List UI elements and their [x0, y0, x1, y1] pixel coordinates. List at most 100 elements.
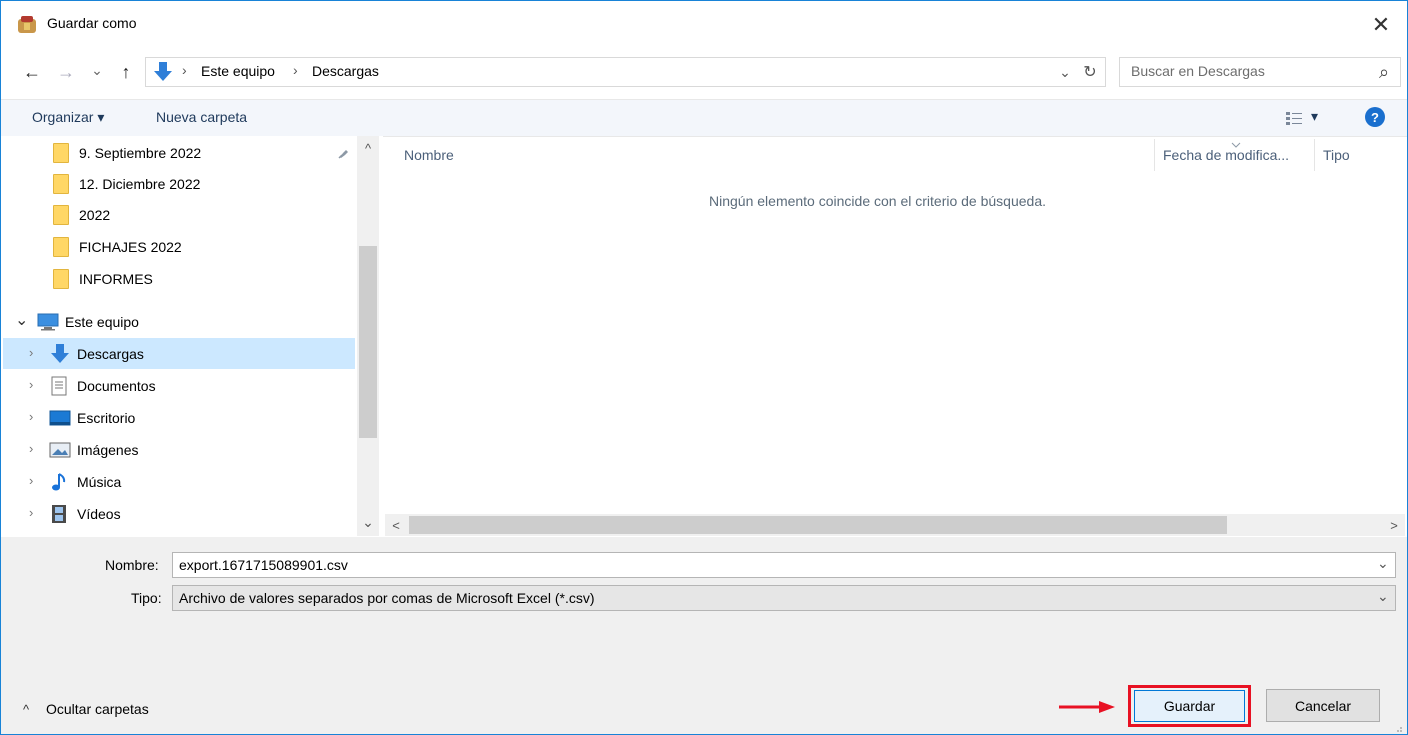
filetype-dropdown-icon[interactable]: ⌄: [1377, 588, 1389, 605]
tree-item-escritorio[interactable]: Escritorio: [49, 403, 349, 433]
cancel-button[interactable]: Cancelar: [1266, 689, 1380, 722]
tree-item-label: Imágenes: [77, 442, 139, 458]
folder-icon: [53, 237, 69, 257]
expand-icon[interactable]: ›: [29, 505, 33, 520]
tree-item-label: Música: [77, 474, 122, 490]
close-icon[interactable]: ✕: [1363, 7, 1399, 43]
tree-item-label: Escritorio: [77, 410, 136, 426]
tree-item-septiembre-2022[interactable]: 9. Septiembre 2022: [53, 138, 353, 168]
back-icon[interactable]: ←: [19, 59, 45, 85]
tree-item-label: Descargas: [77, 346, 144, 362]
tree-item-diciembre-2022[interactable]: 12. Diciembre 2022: [53, 169, 353, 199]
videos-icon: [51, 504, 67, 524]
column-header-tipo[interactable]: Tipo: [1323, 147, 1350, 163]
navigation-scrollbar-thumb[interactable]: [359, 246, 377, 438]
column-header-nombre[interactable]: Nombre: [404, 147, 454, 163]
filetype-select[interactable]: Archivo de valores separados por comas d…: [172, 585, 1396, 611]
column-header-fecha[interactable]: Fecha de modifica...: [1163, 147, 1289, 163]
tree-item-label: 2022: [79, 207, 111, 223]
column-divider: [1314, 139, 1315, 171]
tree-item-label: 12. Diciembre 2022: [79, 176, 201, 192]
pin-icon: [337, 146, 351, 160]
hide-folders-button[interactable]: Ocultar carpetas: [46, 701, 149, 717]
music-icon: [51, 472, 69, 492]
organize-label: Organizar: [32, 109, 94, 125]
app-icon: [16, 14, 38, 36]
chevron-down-icon: ▾: [97, 109, 105, 125]
breadcrumb-este-equipo[interactable]: Este equipo: [201, 63, 275, 79]
breadcrumb-descargas[interactable]: Descargas: [312, 63, 379, 79]
save-options-panel: Nombre: export.1671715089901.csv ⌄ Tipo:…: [1, 537, 1407, 734]
tree-item-label: Este equipo: [65, 314, 139, 330]
tree-item-videos[interactable]: Vídeos: [51, 499, 351, 529]
address-bar[interactable]: › Este equipo › Descargas ⌄ ↻: [145, 57, 1106, 87]
expand-icon[interactable]: ⌄: [15, 310, 28, 330]
refresh-icon[interactable]: ↻: [1078, 59, 1102, 85]
filetype-label: Tipo:: [131, 590, 162, 606]
view-options-icon[interactable]: [1285, 110, 1303, 126]
tree-item-fichajes-2022[interactable]: FICHAJES 2022: [53, 232, 353, 262]
search-box[interactable]: Buscar en Descargas ⌕: [1119, 57, 1401, 87]
desktop-icon: [49, 409, 71, 427]
file-list-scrollbar-thumb[interactable]: [409, 516, 1227, 534]
tree-item-label: INFORMES: [79, 271, 153, 287]
tree-item-2022[interactable]: 2022: [53, 200, 353, 230]
hide-folders-icon[interactable]: ^: [23, 702, 29, 717]
tree-item-imagenes[interactable]: Imágenes: [49, 435, 349, 465]
help-icon[interactable]: ?: [1365, 107, 1385, 127]
organize-button[interactable]: Organizar ▾: [32, 109, 104, 126]
expand-icon[interactable]: ›: [29, 377, 33, 392]
command-toolbar: Organizar ▾ Nueva carpeta ▾ ?: [1, 99, 1407, 137]
download-icon: [152, 61, 174, 83]
address-dropdown-icon[interactable]: ⌄: [1056, 59, 1074, 85]
filename-value: export.1671715089901.csv: [179, 557, 348, 573]
tree-item-label: FICHAJES 2022: [79, 239, 182, 255]
breadcrumb-separator: ›: [293, 62, 298, 78]
filename-input[interactable]: export.1671715089901.csv ⌄: [172, 552, 1396, 578]
expand-icon[interactable]: ›: [29, 409, 33, 424]
scroll-up-icon[interactable]: ^: [359, 139, 377, 157]
search-input[interactable]: Buscar en Descargas: [1131, 63, 1265, 79]
folder-icon: [53, 174, 69, 194]
folder-icon: [53, 269, 69, 289]
save-button[interactable]: Guardar: [1134, 690, 1245, 722]
tree-item-descargas[interactable]: Descargas: [49, 339, 349, 369]
scroll-down-icon[interactable]: ⌄: [359, 513, 377, 531]
tree-item-documentos[interactable]: Documentos: [51, 371, 351, 401]
recent-locations-icon[interactable]: ⌄: [87, 57, 107, 83]
expand-icon[interactable]: ›: [29, 473, 33, 488]
expand-icon[interactable]: ›: [29, 441, 33, 456]
search-icon[interactable]: ⌕: [1372, 60, 1396, 84]
filename-dropdown-icon[interactable]: ⌄: [1377, 555, 1389, 572]
tree-item-label: Documentos: [77, 378, 156, 394]
folder-icon: [53, 205, 69, 225]
empty-list-message: Ningún elemento coincide con el criterio…: [709, 193, 1046, 209]
pictures-icon: [49, 441, 71, 459]
new-folder-button[interactable]: Nueva carpeta: [156, 109, 247, 125]
sort-indicator-icon: [1231, 135, 1241, 148]
resize-grip-icon[interactable]: [1393, 720, 1403, 732]
forward-icon[interactable]: →: [53, 59, 79, 85]
tree-item-label: 9. Septiembre 2022: [79, 145, 202, 161]
filetype-value: Archivo de valores separados por comas d…: [179, 590, 595, 606]
cancel-button-label: Cancelar: [1294, 697, 1352, 714]
column-divider: [1154, 139, 1155, 171]
folder-icon: [53, 143, 69, 163]
scroll-right-icon[interactable]: >: [1385, 515, 1403, 535]
save-button-label: Guardar: [1163, 698, 1216, 714]
scroll-left-icon[interactable]: <: [387, 515, 405, 535]
documents-icon: [51, 376, 67, 396]
red-arrow-annotation: [1057, 699, 1117, 715]
tree-item-label: Vídeos: [77, 506, 121, 522]
navigation-pane: 9. Septiembre 2022 12. Diciembre 2022 20…: [1, 136, 383, 536]
expand-icon[interactable]: ›: [29, 345, 33, 360]
up-icon[interactable]: ↑: [113, 59, 139, 85]
breadcrumb-separator: ›: [182, 62, 187, 78]
tree-item-este-equipo[interactable]: Este equipo: [37, 307, 337, 337]
view-dropdown-icon[interactable]: ▾: [1311, 108, 1318, 125]
download-icon: [49, 343, 71, 365]
window-title: Guardar como: [47, 15, 137, 31]
tree-item-musica[interactable]: Música: [51, 467, 351, 497]
title-bar: Guardar como ✕: [1, 1, 1407, 51]
tree-item-informes[interactable]: INFORMES: [53, 264, 353, 294]
